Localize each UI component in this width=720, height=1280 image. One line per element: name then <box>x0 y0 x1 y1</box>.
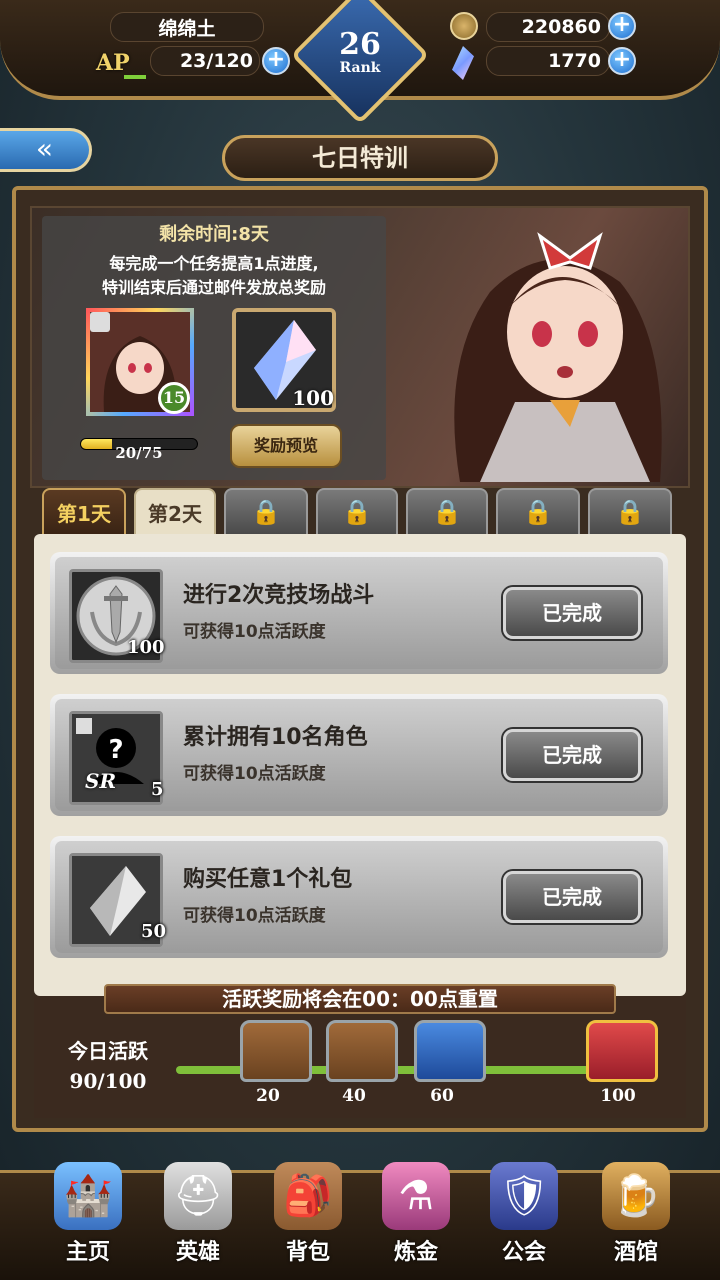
tab-locked-7[interactable]: 🔒 <box>588 488 672 536</box>
task-completed-button[interactable]: 已完成 <box>503 729 641 781</box>
description-line-2: 特训结束后通过邮件发放总奖励 <box>101 278 326 297</box>
add-crystal-button[interactable]: + <box>608 47 636 75</box>
gold-pill: 220860 <box>486 12 610 42</box>
add-gold-button[interactable]: + <box>608 12 636 40</box>
character-illustration <box>454 232 662 482</box>
page-title: 七日特训 <box>222 135 498 181</box>
castle-icon: 🏰 <box>54 1162 122 1230</box>
gold-value: 220860 <box>521 16 601 38</box>
tab-locked-4[interactable]: 🔒 <box>316 488 398 536</box>
chest-20-label: 20 <box>256 1086 280 1106</box>
beer-mug-icon: 🍺 <box>602 1162 670 1230</box>
task-card: ? SR 5 累计拥有10名角色 可获得10点活跃度 已完成 <box>55 699 663 811</box>
task-row-2: ? SR 5 累计拥有10名角色 可获得10点活跃度 已完成 <box>50 694 668 816</box>
lock-icon: 🔒 <box>251 498 281 526</box>
guild-shield-icon: 🛡 <box>490 1162 558 1230</box>
tab-locked-5[interactable]: 🔒 <box>406 488 488 536</box>
task-reward-count: 100 <box>127 637 165 658</box>
task-subtitle: 可获得10点活跃度 <box>183 906 326 926</box>
puzzle-piece-icon <box>90 312 110 332</box>
chest-20-icon[interactable] <box>240 1020 312 1082</box>
reset-notice: 活跃奖励将会在00：00点重置 <box>104 984 616 1014</box>
daily-activity-label: 今日活跃 <box>68 1039 148 1063</box>
potion-icon: ⚗ <box>382 1162 450 1230</box>
nav-label: 酒馆 <box>613 1240 658 1265</box>
task-card: 100 进行2次竞技场战斗 可获得10点活跃度 已完成 <box>55 557 663 669</box>
rank-display: 26 Rank <box>310 27 410 77</box>
back-button[interactable]: « <box>0 128 92 172</box>
task-row-1: 100 进行2次竞技场战斗 可获得10点活跃度 已完成 <box>50 552 668 674</box>
chest-40-icon[interactable] <box>326 1020 398 1082</box>
remaining-time: 剩余时间:8天 <box>159 224 269 245</box>
event-progress-text: 20/75 <box>115 444 163 462</box>
backpack-icon: 🎒 <box>274 1162 342 1230</box>
crystal-value: 1770 <box>548 50 601 72</box>
lock-icon: 🔒 <box>342 498 372 526</box>
task-title: 累计拥有10名角色 <box>183 725 368 750</box>
svg-text:?: ? <box>108 735 123 765</box>
daily-activity-summary: 今日活跃 90/100 <box>44 1036 172 1096</box>
tab-locked-6[interactable]: 🔒 <box>496 488 580 536</box>
nav-label: 英雄 <box>175 1240 220 1265</box>
nav-tavern[interactable]: 🍺 酒馆 <box>586 1162 686 1272</box>
tab-locked-3[interactable]: 🔒 <box>224 488 308 536</box>
nav-label: 公会 <box>501 1240 546 1265</box>
task-card: 50 购买任意1个礼包 可获得10点活跃度 已完成 <box>55 841 663 953</box>
tab-day-2[interactable]: 第2天 <box>134 488 216 536</box>
ap-value: 23/120 <box>179 50 253 72</box>
crystal-pill: 1770 <box>486 46 610 76</box>
nav-label: 炼金 <box>393 1240 438 1265</box>
nav-home[interactable]: 🏰 主页 <box>38 1162 138 1272</box>
chest-60-label: 60 <box>430 1086 454 1106</box>
rank-label: Rank <box>339 60 381 76</box>
daily-activity-value: 90/100 <box>69 1069 147 1093</box>
helmet-icon: ⛑ <box>164 1162 232 1230</box>
lock-icon: 🔒 <box>615 498 645 526</box>
nav-heroes[interactable]: ⛑ 英雄 <box>148 1162 248 1272</box>
player-name-pill: 绵绵土 <box>110 12 264 42</box>
task-reward-count: 50 <box>141 921 167 942</box>
add-ap-button[interactable]: + <box>262 47 290 75</box>
reward-preview-button[interactable]: 奖励预览 <box>230 424 342 468</box>
task-title: 购买任意1个礼包 <box>183 867 353 892</box>
rank-number: 26 <box>339 27 381 62</box>
nav-label: 主页 <box>65 1240 110 1265</box>
nav-guild[interactable]: 🛡 公会 <box>474 1162 574 1272</box>
chest-100-icon[interactable] <box>586 1020 658 1082</box>
ap-bar <box>124 75 146 79</box>
back-arrow-icon: « <box>35 132 54 165</box>
description-line-1: 每完成一个任务提高1点进度, <box>109 254 319 273</box>
lock-icon: 🔒 <box>523 498 553 526</box>
chest-100-label: 100 <box>600 1086 636 1106</box>
task-completed-button[interactable]: 已完成 <box>503 587 641 639</box>
crystal-reward-count: 100 <box>292 386 334 410</box>
task-row-3: 50 购买任意1个礼包 可获得10点活跃度 已完成 <box>50 836 668 958</box>
chest-40-label: 40 <box>342 1086 366 1106</box>
sr-rarity-label: SR <box>85 769 117 793</box>
nav-bag[interactable]: 🎒 背包 <box>258 1162 358 1272</box>
tab-day-1[interactable]: 第1天 <box>42 488 126 536</box>
gold-coin-icon <box>450 12 478 40</box>
chest-60-icon[interactable] <box>414 1020 486 1082</box>
event-description: 每完成一个任务提高1点进度, 特训结束后通过邮件发放总奖励 <box>42 252 386 300</box>
nav-alchemy[interactable]: ⚗ 炼金 <box>366 1162 466 1272</box>
ap-pill: 23/120 <box>150 46 260 76</box>
task-reward-count: 5 <box>151 779 164 800</box>
fragment-count-badge: 15 <box>158 382 190 414</box>
task-completed-button[interactable]: 已完成 <box>503 871 641 923</box>
task-subtitle: 可获得10点活跃度 <box>183 764 326 784</box>
nav-label: 背包 <box>285 1240 330 1265</box>
player-name: 绵绵土 <box>158 17 216 40</box>
task-title: 进行2次竞技场战斗 <box>183 583 375 608</box>
task-subtitle: 可获得10点活跃度 <box>183 622 326 642</box>
lock-icon: 🔒 <box>432 498 462 526</box>
